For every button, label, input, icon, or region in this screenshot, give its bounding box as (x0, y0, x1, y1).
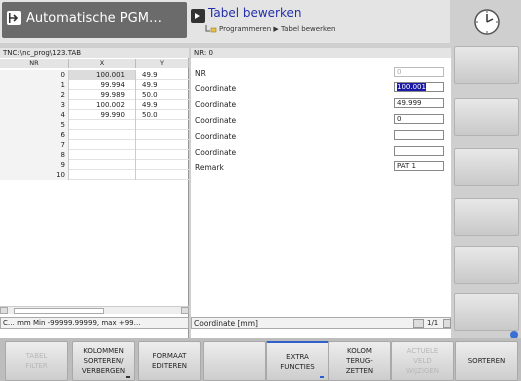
side-softkey-1[interactable] (454, 46, 519, 84)
scroll-right-icon[interactable] (181, 307, 189, 314)
table-row[interactable]: 5 (0, 120, 189, 130)
table-row[interactable]: 0 100.001 49.9 (0, 70, 189, 80)
form-pane: NR: 0 NR 0 Coordinate 100.001 Coordinate… (191, 48, 451, 338)
column-header-nr[interactable]: NR (0, 59, 69, 68)
mode-title: Automatische PGM… (26, 11, 162, 26)
table-row[interactable]: 7 (0, 140, 189, 150)
table-row[interactable]: 10 (0, 170, 189, 180)
coordinate-field-5[interactable] (394, 146, 444, 156)
coordinate-field-4[interactable] (394, 130, 444, 140)
softkey-empty[interactable] (203, 341, 266, 381)
softkey-kolommen-sorteren[interactable]: KOLOMMEN SORTEREN/ VERBERGEN (72, 341, 135, 381)
side-softkey-2[interactable] (454, 98, 519, 136)
table-row[interactable]: 9 (0, 160, 189, 170)
breadcrumb: Programmeren ▶ Tabel bewerken (219, 25, 336, 33)
table-status: C… mm Min -99999.99999, max +99… (0, 317, 189, 329)
table-row[interactable]: 2 99.989 50.0 (0, 90, 189, 100)
clock-icon (473, 8, 500, 35)
field-label: Coordinate (195, 116, 237, 125)
field-status: Coordinate [mm] (191, 317, 451, 329)
mode-tab[interactable]: Automatische PGM… (2, 2, 187, 38)
nr-field: 0 (394, 67, 444, 77)
file-path: TNC:\nc_prog\123.TAB (0, 48, 189, 58)
softkey-extra-functies[interactable]: EXTRA FUNCTIES (266, 341, 329, 381)
softkey-tabel-filter: TABEL FILTER (5, 341, 68, 381)
field-label: Coordinate (195, 84, 237, 93)
program-title: Tabel bewerken (208, 6, 302, 20)
softkey-sorteren[interactable]: SORTEREN (455, 341, 518, 381)
field-label: Coordinate (195, 100, 237, 109)
submenu-marker-icon (320, 376, 324, 378)
table-pane: TNC:\nc_prog\123.TAB NR X Y 0 100.001 49.9… (0, 48, 189, 338)
side-softkey-3[interactable] (454, 148, 519, 186)
side-softkey-5[interactable] (454, 246, 519, 284)
coordinate-z-field[interactable]: 0 (394, 114, 444, 124)
header: Automatische PGM… Tabel bewerken Program… (0, 0, 450, 43)
table-row[interactable]: 8 (0, 150, 189, 160)
page-prev-icon[interactable] (413, 319, 424, 328)
record-header: NR: 0 (191, 48, 451, 58)
field-label: Coordinate (195, 148, 237, 157)
scroll-left-icon[interactable] (0, 307, 8, 314)
softkey-kolom-terugzetten[interactable]: KOLOM TERUG- ZETTEN (328, 341, 391, 381)
side-softkey-6[interactable] (454, 293, 519, 331)
page-indicator: 1/1 (427, 319, 439, 327)
remark-field[interactable]: PAT 1 (394, 161, 444, 171)
coordinate-y-field[interactable]: 49.999 (394, 98, 444, 108)
scroll-thumb[interactable] (14, 308, 104, 314)
field-label: Coordinate (195, 132, 237, 141)
edit-mode-icon (191, 9, 205, 23)
folder-icon (205, 22, 217, 34)
table-row[interactable]: 6 (0, 130, 189, 140)
column-header-y[interactable]: Y (136, 59, 189, 68)
softkey-formaat-editeren[interactable]: FORMAAT EDITEREN (138, 341, 201, 381)
column-header-x[interactable]: X (69, 59, 136, 68)
screen: Automatische PGM… Tabel bewerken Program… (0, 0, 521, 381)
field-label: Remark (195, 163, 224, 172)
softkey-actuele-veld-wijzigen: ACTUELE VELD WIJZIGEN (391, 341, 454, 381)
machine-mode-icon (7, 11, 21, 25)
side-softkey-4[interactable] (454, 198, 519, 236)
table-row[interactable]: 1 99.994 49.9 (0, 80, 189, 90)
coordinate-x-field[interactable]: 100.001 (394, 82, 444, 92)
table-row[interactable]: 3 100.002 49.9 (0, 100, 189, 110)
horizontal-scrollbar[interactable] (0, 306, 189, 314)
clock (452, 0, 521, 43)
page-next-icon[interactable] (443, 319, 451, 328)
table-row[interactable]: 4 99.990 50.0 (0, 110, 189, 120)
submenu-marker-icon (126, 376, 130, 378)
field-label: NR (195, 69, 206, 78)
